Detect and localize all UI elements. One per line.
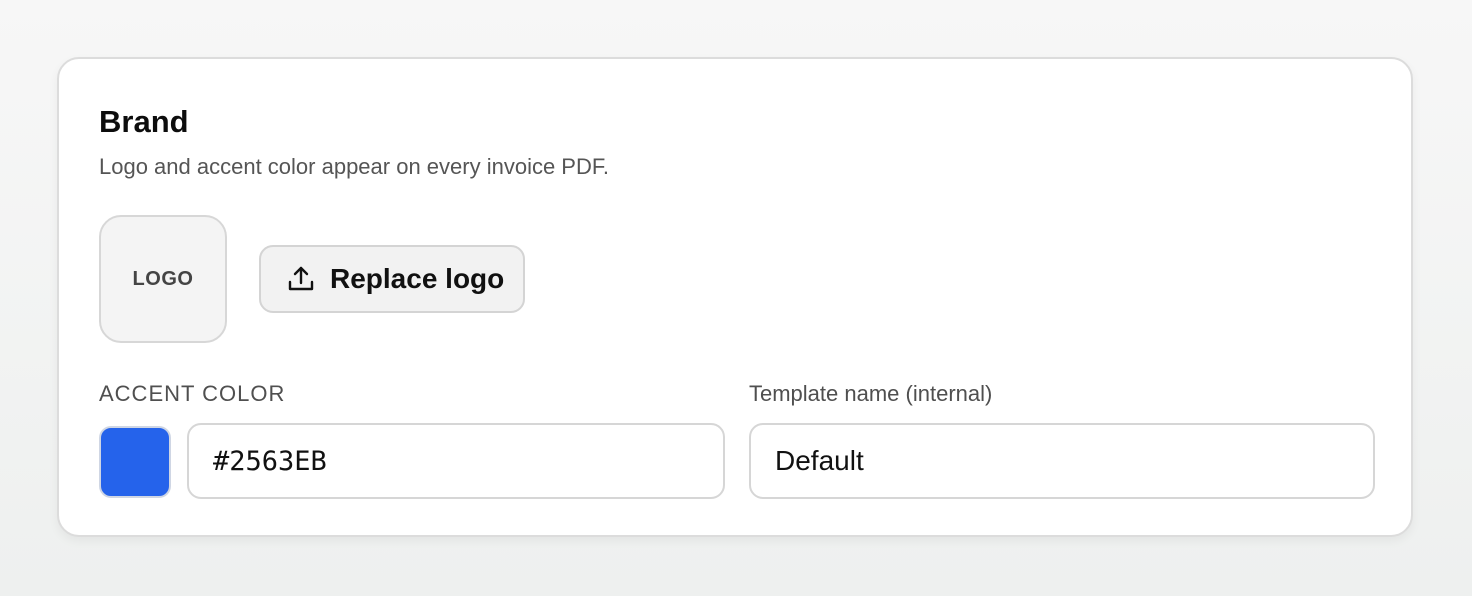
accent-color-swatch[interactable] bbox=[99, 426, 171, 498]
card-subtitle: Logo and accent color appear on every in… bbox=[99, 154, 609, 179]
logo-placeholder-text: LOGO bbox=[132, 267, 194, 290]
replace-logo-button[interactable]: Replace logo bbox=[259, 245, 525, 313]
logo-preview: LOGO bbox=[99, 215, 227, 343]
template-name-input[interactable] bbox=[749, 423, 1375, 499]
brand-card: Brand Logo and accent color appear on ev… bbox=[57, 57, 1413, 537]
replace-logo-label: Replace logo bbox=[330, 263, 505, 294]
upload-icon bbox=[286, 264, 316, 294]
accent-color-label: ACCENT COLOR bbox=[99, 381, 286, 406]
template-name-label: Template name (internal) bbox=[749, 381, 993, 406]
accent-color-input[interactable] bbox=[187, 423, 725, 499]
card-title: Brand bbox=[99, 104, 189, 139]
